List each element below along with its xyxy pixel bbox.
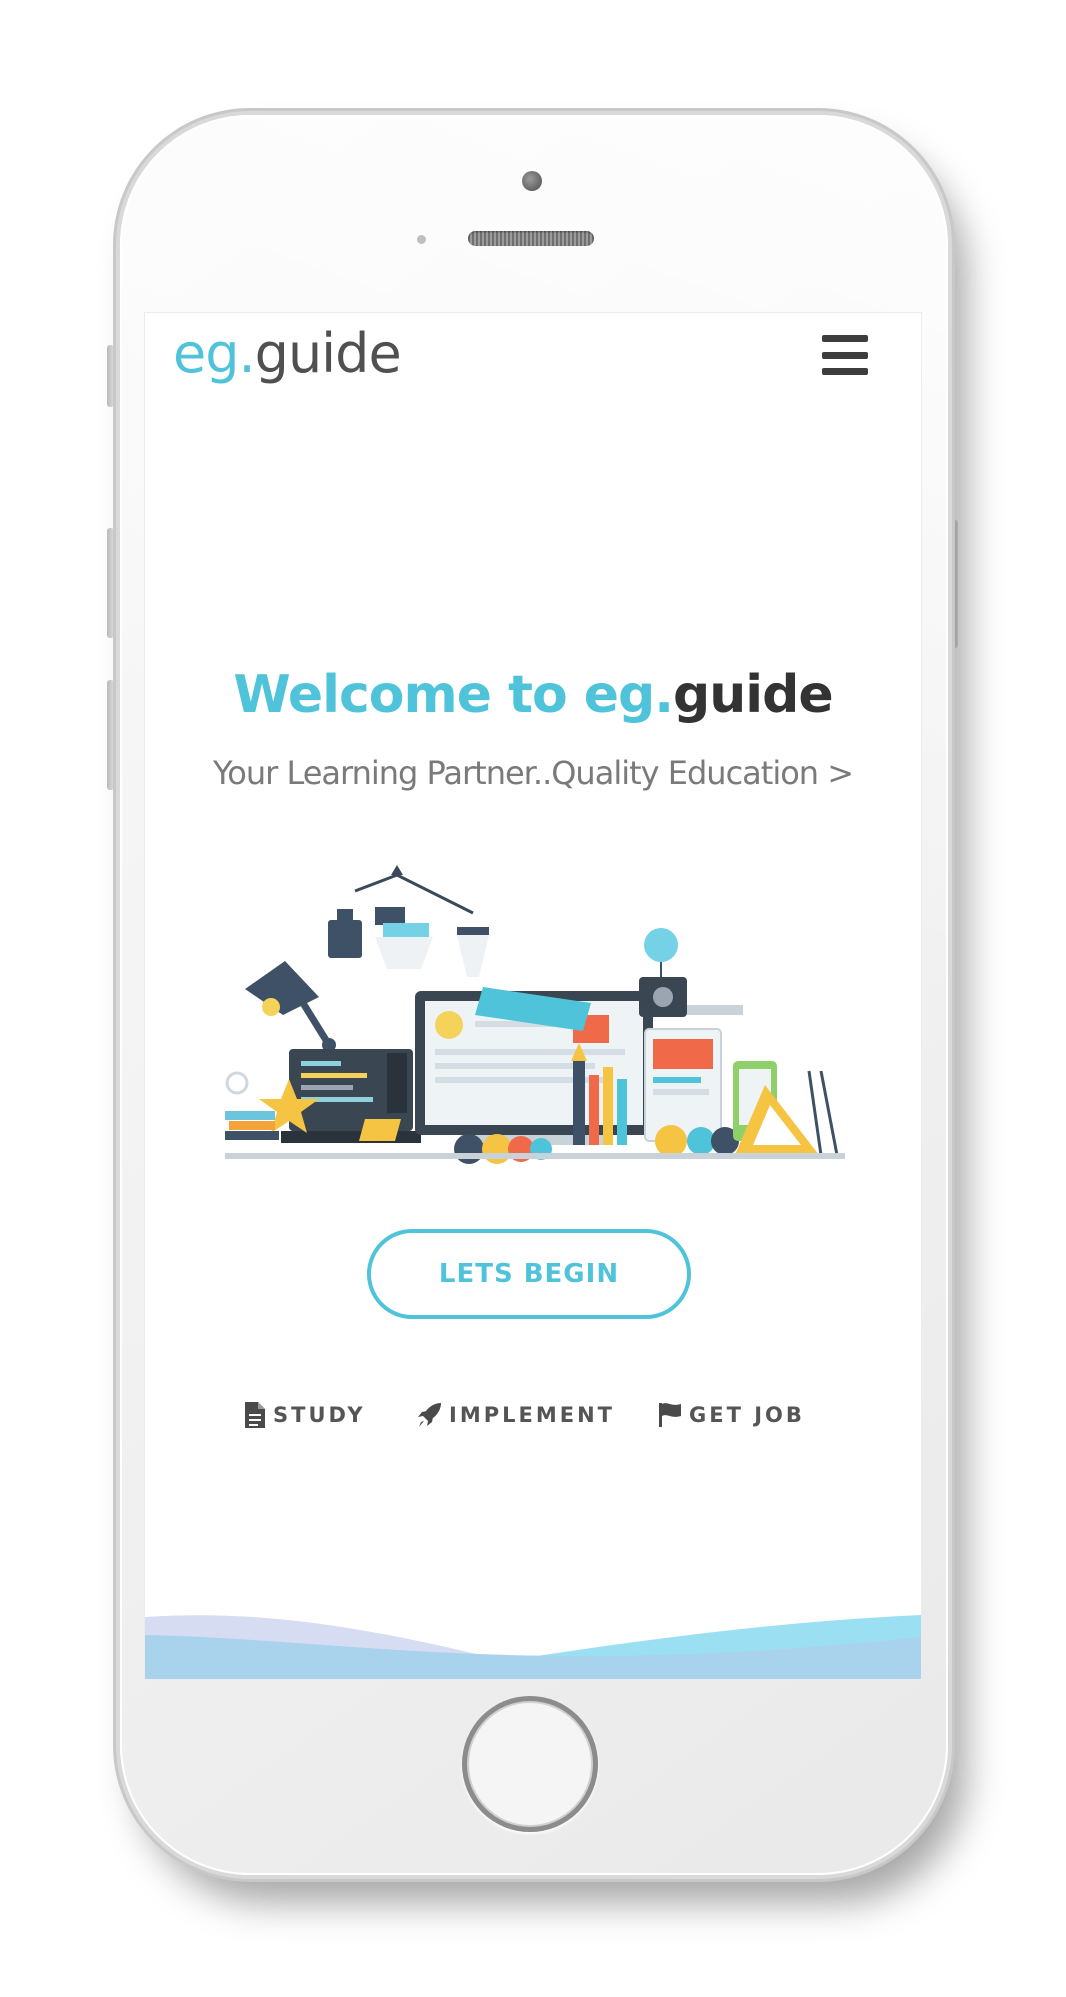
- footer-wave: [145, 1615, 921, 1679]
- home-button: [462, 1696, 598, 1832]
- phone-frame: eg.guide Welcome to eg.guide Your Learni…: [120, 115, 948, 1875]
- logo-prefix: eg.: [173, 322, 256, 385]
- hero-title: Welcome to eg.guide: [145, 663, 921, 727]
- feature-get-job[interactable]: GET JOB: [657, 1395, 805, 1435]
- feature-label: GET JOB: [689, 1403, 805, 1427]
- feature-label: STUDY: [273, 1403, 366, 1427]
- hamburger-menu-icon[interactable]: [822, 335, 868, 375]
- document-icon: [245, 1402, 265, 1428]
- volume-up-button: [107, 528, 114, 638]
- earpiece-speaker: [468, 231, 594, 246]
- hero-title-prefix: Welcome to eg.: [233, 665, 674, 725]
- lets-begin-button[interactable]: LETS BEGIN: [367, 1229, 691, 1319]
- feature-implement[interactable]: IMPLEMENT: [417, 1395, 615, 1435]
- phone-screen: eg.guide Welcome to eg.guide Your Learni…: [145, 313, 921, 1679]
- proximity-sensor: [417, 235, 426, 244]
- rocket-icon: [418, 1403, 441, 1427]
- power-button: [951, 520, 958, 648]
- front-camera-icon: [522, 171, 542, 191]
- feature-list: STUDY IMPLEMENT GET JOB: [145, 1395, 921, 1435]
- menu-bar: [822, 351, 868, 359]
- feature-label: IMPLEMENT: [449, 1403, 615, 1427]
- menu-bar: [822, 335, 868, 342]
- device-mockup-stage: eg.guide Welcome to eg.guide Your Learni…: [0, 0, 1066, 1997]
- flag-icon: [659, 1403, 681, 1427]
- workspace-illustration: [225, 865, 845, 1164]
- logo-suffix: guide: [254, 322, 402, 385]
- volume-down-button: [107, 680, 114, 790]
- feature-study[interactable]: STUDY: [243, 1395, 366, 1435]
- menu-bar: [822, 368, 868, 375]
- hero-subtitle[interactable]: Your Learning Partner..Quality Education…: [145, 751, 921, 795]
- silent-switch: [107, 345, 114, 407]
- site-logo[interactable]: eg.guide: [173, 319, 402, 389]
- hero-title-suffix: guide: [673, 665, 834, 725]
- top-navbar: eg.guide: [145, 313, 921, 423]
